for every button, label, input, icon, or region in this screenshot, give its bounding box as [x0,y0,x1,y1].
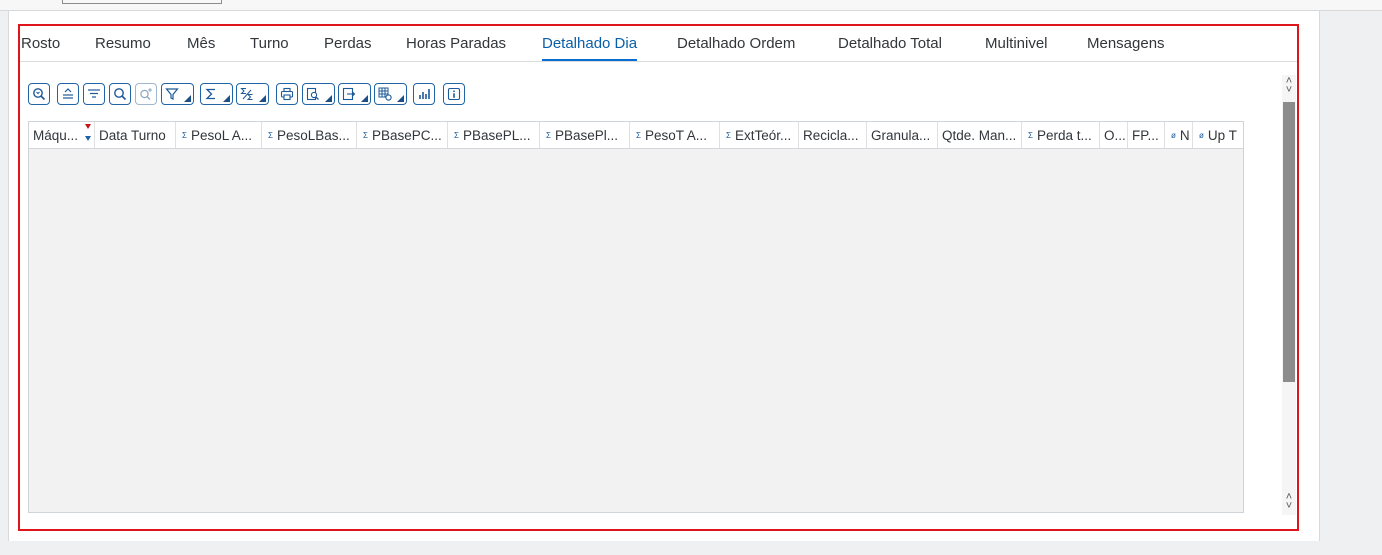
sort-indicator-icon [85,124,91,144]
average-icon: ø [1199,130,1204,140]
scrollbar-thumb[interactable] [1283,102,1295,382]
export-button[interactable] [338,83,371,105]
top-strip [0,0,1382,11]
column-header-granula[interactable]: Granula... [867,122,938,148]
find-next-button[interactable] [135,83,157,105]
export-icon [342,87,356,101]
filter-icon [165,88,179,100]
sum-icon: Σ [268,130,273,140]
column-header-up-t[interactable]: ø Up T [1193,122,1243,148]
filter-button[interactable] [161,83,194,105]
info-button[interactable] [443,83,465,105]
total-button[interactable] [200,83,233,105]
tab-detalhado-ordem[interactable]: Detalhado Ordem [677,35,795,53]
scroll-down-icon[interactable]: ˄ ˅ [1284,492,1294,513]
sum-icon: Σ [182,130,187,140]
subtotal-icon [240,88,253,100]
tab-resumo[interactable]: Resumo [95,35,151,53]
column-header-data-turno[interactable]: Data Turno [95,122,176,148]
scroll-up-icon[interactable]: ˄ ˅ [1284,76,1294,97]
tab-horas-paradas[interactable]: Horas Paradas [406,35,506,53]
vertical-scrollbar[interactable]: ˄ ˅ ˄ ˅ [1282,75,1296,515]
sort-ascending-icon [63,88,73,99]
find-icon [114,88,127,101]
tab-rosto[interactable]: Rosto [21,35,60,53]
column-header-recicla[interactable]: Recicla... [799,122,867,148]
sort-descending-icon [88,89,100,98]
sum-icon: Σ [454,130,459,140]
chart-button[interactable] [413,83,435,105]
column-header-o[interactable]: O... [1100,122,1128,148]
layout-icon [378,87,392,101]
info-icon [447,87,461,101]
column-header-pesot-a[interactable]: Σ PesoT A... [630,122,720,148]
tab-detalhado-dia[interactable]: Detalhado Dia [542,35,638,61]
column-header-pesolbas[interactable]: Σ PesoLBas... [262,122,357,148]
highlight-frame: Rosto Resumo Mês Turno Perdas Horas Para… [18,24,1299,531]
sum-icon: Σ [1028,130,1033,140]
column-header-pesol-a[interactable]: Σ PesoL A... [176,122,262,148]
data-grid: Máqu... Data Turno Σ PesoL A... Σ PesoLBas… [28,121,1244,513]
chart-icon [419,89,430,99]
column-header-pbasepl[interactable]: Σ PBasePL... [448,122,540,148]
header-field-stub [62,0,222,4]
sum-icon: Σ [546,130,551,140]
column-header-fp[interactable]: FP... [1128,122,1165,148]
column-header-n[interactable]: øN [1165,122,1193,148]
find-next-icon [140,88,152,100]
layout-button[interactable] [374,83,407,105]
tab-mensagens[interactable]: Mensagens [1087,35,1165,53]
column-header-qtde-man[interactable]: Qtde. Man... [938,122,1022,148]
total-icon [205,88,215,100]
grid-header: Máqu... Data Turno Σ PesoL A... Σ PesoLBas… [29,122,1243,149]
sort-descending-button[interactable] [83,83,105,105]
print-button[interactable] [276,83,298,105]
print-preview-button[interactable] [302,83,335,105]
tab-mes[interactable]: Mês [187,35,215,53]
tab-multinivel[interactable]: Multinivel [985,35,1048,53]
column-header-extteor[interactable]: Σ ExtTeór... [720,122,799,148]
find-button[interactable] [109,83,131,105]
average-icon: ø [1171,130,1176,140]
sum-icon: Σ [363,130,368,140]
subtotal-button[interactable] [236,83,269,105]
tab-turno[interactable]: Turno [250,35,289,53]
sum-icon: Σ [726,130,731,140]
column-header-pbasepc[interactable]: Σ PBasePC... [357,122,448,148]
tab-detalhado-total[interactable]: Detalhado Total [838,35,942,53]
tab-perdas[interactable]: Perdas [324,35,372,53]
column-header-pbasepl-2[interactable]: Σ PBasePl... [540,122,630,148]
zoom-details-icon [33,88,46,101]
sum-icon: Σ [636,130,641,140]
zoom-details-button[interactable] [28,83,50,105]
sort-ascending-button[interactable] [57,83,79,105]
print-icon [280,87,294,101]
column-header-maquina[interactable]: Máqu... [29,122,95,148]
column-header-perda-t[interactable]: Σ Perda t... [1022,122,1100,148]
print-preview-icon [306,87,319,101]
tab-strip: Rosto Resumo Mês Turno Perdas Horas Para… [20,26,1297,62]
